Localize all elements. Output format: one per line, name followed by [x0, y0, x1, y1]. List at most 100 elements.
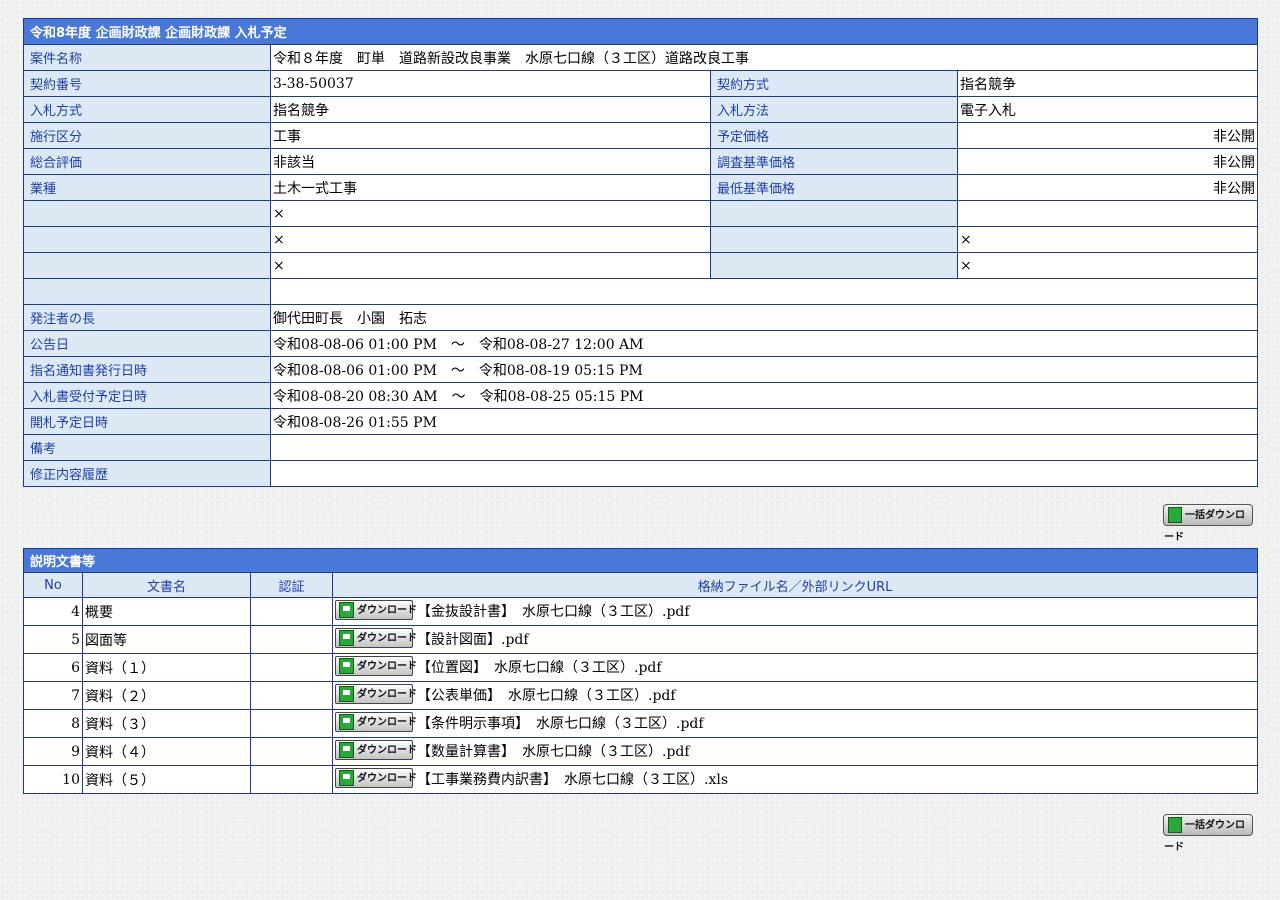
download-label: ダウンロード [357, 745, 417, 756]
doc-cert [250, 765, 333, 794]
info-row: 指名通知書発行日時 令和08-08-06 01:00 PM ～ 令和08-08-… [23, 356, 1258, 383]
doc-name: 概要 [82, 597, 251, 626]
field-value: 非公開 [957, 148, 1258, 175]
opening-date-label: 開札予定日時 [23, 408, 271, 435]
col-header-name: 文書名 [82, 572, 251, 598]
info-row: 総合評価 非該当 調査基準価格 非公開 [23, 148, 1258, 175]
doc-file-cell: ダウンロード【条件明示事項】 水原七口線（３工区）.pdf [331, 709, 1259, 738]
table-row: 5 図面等 ダウンロード【設計図面】.pdf [23, 625, 1259, 654]
download-button[interactable]: ダウンロード [335, 740, 417, 760]
documents-title: 説明文書等 [22, 548, 1259, 573]
download-label: ダウンロード [357, 605, 417, 616]
doc-cert [250, 653, 333, 682]
info-row [23, 278, 1258, 305]
info-row: 修正内容履歴 [23, 460, 1258, 487]
field-value: 3-38-50037 [270, 70, 711, 97]
info-row: 公告日 令和08-08-06 01:00 PM ～ 令和08-08-27 12:… [23, 330, 1258, 357]
orderer-head-value: 御代田町長 小園 拓志 [270, 304, 1258, 331]
doc-cert [250, 681, 333, 710]
field-label [23, 278, 271, 305]
doc-file-name: 【工事業務費内訳書】 水原七口線（３工区）.xls [417, 772, 729, 788]
bid-receipt-date-value: 令和08-08-20 08:30 AM ～ 令和08-08-25 05:15 P… [270, 382, 1258, 409]
download-label: ダウンロード [357, 661, 417, 672]
notice-date-value: 令和08-08-06 01:00 PM ～ 令和08-08-27 12:00 A… [270, 330, 1258, 357]
doc-cert [250, 737, 333, 766]
doc-file-cell: ダウンロード【公表単価】 水原七口線（３工区）.pdf [331, 681, 1259, 710]
info-row: 業種 土木一式工事 最低基準価格 非公開 [23, 174, 1258, 201]
info-row: × × [23, 252, 1258, 279]
info-row: 開札予定日時 令和08-08-26 01:55 PM [23, 408, 1258, 435]
download-button[interactable]: ダウンロード [335, 628, 417, 648]
doc-no: 7 [23, 681, 83, 710]
case-name-label: 案件名称 [23, 44, 271, 71]
revision-history-value [270, 460, 1258, 487]
field-value: 非該当 [270, 148, 711, 175]
bulk-download-button[interactable]: 一括ダウンロード [1163, 814, 1253, 853]
table-row: 4 概要 ダウンロード【金抜設計書】 水原七口線（３工区）.pdf [23, 597, 1259, 626]
doc-name: 資料（１） [82, 653, 251, 682]
nomination-date-value: 令和08-08-06 01:00 PM ～ 令和08-08-19 05:15 P… [270, 356, 1258, 383]
info-row: 発注者の長 御代田町長 小園 拓志 [23, 304, 1258, 331]
doc-file-cell: ダウンロード【数量計算書】 水原七口線（３工区）.pdf [331, 737, 1259, 766]
table-row: 6 資料（１） ダウンロード【位置図】 水原七口線（３工区）.pdf [23, 653, 1259, 682]
bulk-download-button[interactable]: 一括ダウンロード [1163, 504, 1253, 543]
field-value: 指名競争 [957, 70, 1258, 97]
info-row: 備考 [23, 434, 1258, 461]
field-value [270, 278, 1258, 305]
info-row: × × [23, 226, 1258, 253]
doc-cert [250, 625, 333, 654]
floppy-download-icon [1168, 507, 1182, 523]
field-value: × [270, 252, 711, 279]
info-row: × [23, 200, 1258, 227]
doc-name: 資料（３） [82, 709, 251, 738]
col-header-no: No [23, 572, 83, 598]
doc-file-cell: ダウンロード【工事業務費内訳書】 水原七口線（３工区）.xls [331, 765, 1259, 794]
doc-name: 資料（４） [82, 737, 251, 766]
download-button[interactable]: ダウンロード [335, 600, 417, 620]
field-label: 最低基準価格 [710, 174, 958, 201]
field-value: 指名競争 [270, 96, 711, 123]
floppy-download-icon [339, 686, 354, 702]
doc-file-name: 【位置図】 水原七口線（３工区）.pdf [417, 660, 662, 676]
field-value: × [957, 252, 1258, 279]
bid-info-table: 令和8年度 企画財政課 企画財政課 入札予定 案件名称 令和８年度 町単 道路新… [23, 18, 1258, 487]
doc-name: 資料（５） [82, 765, 251, 794]
field-value: 土木一式工事 [270, 174, 711, 201]
download-button[interactable]: ダウンロード [335, 768, 417, 788]
field-label [710, 226, 958, 253]
doc-no: 8 [23, 709, 83, 738]
download-button[interactable]: ダウンロード [335, 712, 417, 732]
field-value: × [270, 200, 711, 227]
opening-date-value: 令和08-08-26 01:55 PM [270, 408, 1258, 435]
doc-file-name: 【設計図面】.pdf [417, 632, 529, 648]
field-label: 業種 [23, 174, 271, 201]
remarks-value [270, 434, 1258, 461]
revision-history-label: 修正内容履歴 [23, 460, 271, 487]
field-label [23, 200, 271, 227]
field-value: 工事 [270, 122, 711, 149]
doc-file-name: 【公表単価】 水原七口線（３工区）.pdf [417, 688, 676, 704]
notice-date-label: 公告日 [23, 330, 271, 357]
orderer-head-label: 発注者の長 [23, 304, 271, 331]
doc-no: 9 [23, 737, 83, 766]
table-row: 7 資料（２） ダウンロード【公表単価】 水原七口線（３工区）.pdf [23, 681, 1259, 710]
field-label: 入札方法 [710, 96, 958, 123]
floppy-download-icon [339, 658, 354, 674]
floppy-download-icon [339, 602, 354, 618]
doc-cert [250, 597, 333, 626]
nomination-date-label: 指名通知書発行日時 [23, 356, 271, 383]
download-label: ダウンロード [357, 717, 417, 728]
floppy-download-icon [339, 714, 354, 730]
download-label: ダウンロード [357, 633, 417, 644]
download-button[interactable]: ダウンロード [335, 656, 417, 676]
download-button[interactable]: ダウンロード [335, 684, 417, 704]
field-label: 調査基準価格 [710, 148, 958, 175]
doc-name: 資料（２） [82, 681, 251, 710]
field-value: 非公開 [957, 122, 1258, 149]
info-row: 入札方式 指名競争 入札方法 電子入札 [23, 96, 1258, 123]
col-header-file: 格納ファイル名／外部リンクURL [331, 572, 1259, 598]
floppy-download-icon [339, 770, 354, 786]
field-value: 非公開 [957, 174, 1258, 201]
remarks-label: 備考 [23, 434, 271, 461]
table-row: 9 資料（４） ダウンロード【数量計算書】 水原七口線（３工区）.pdf [23, 737, 1259, 766]
